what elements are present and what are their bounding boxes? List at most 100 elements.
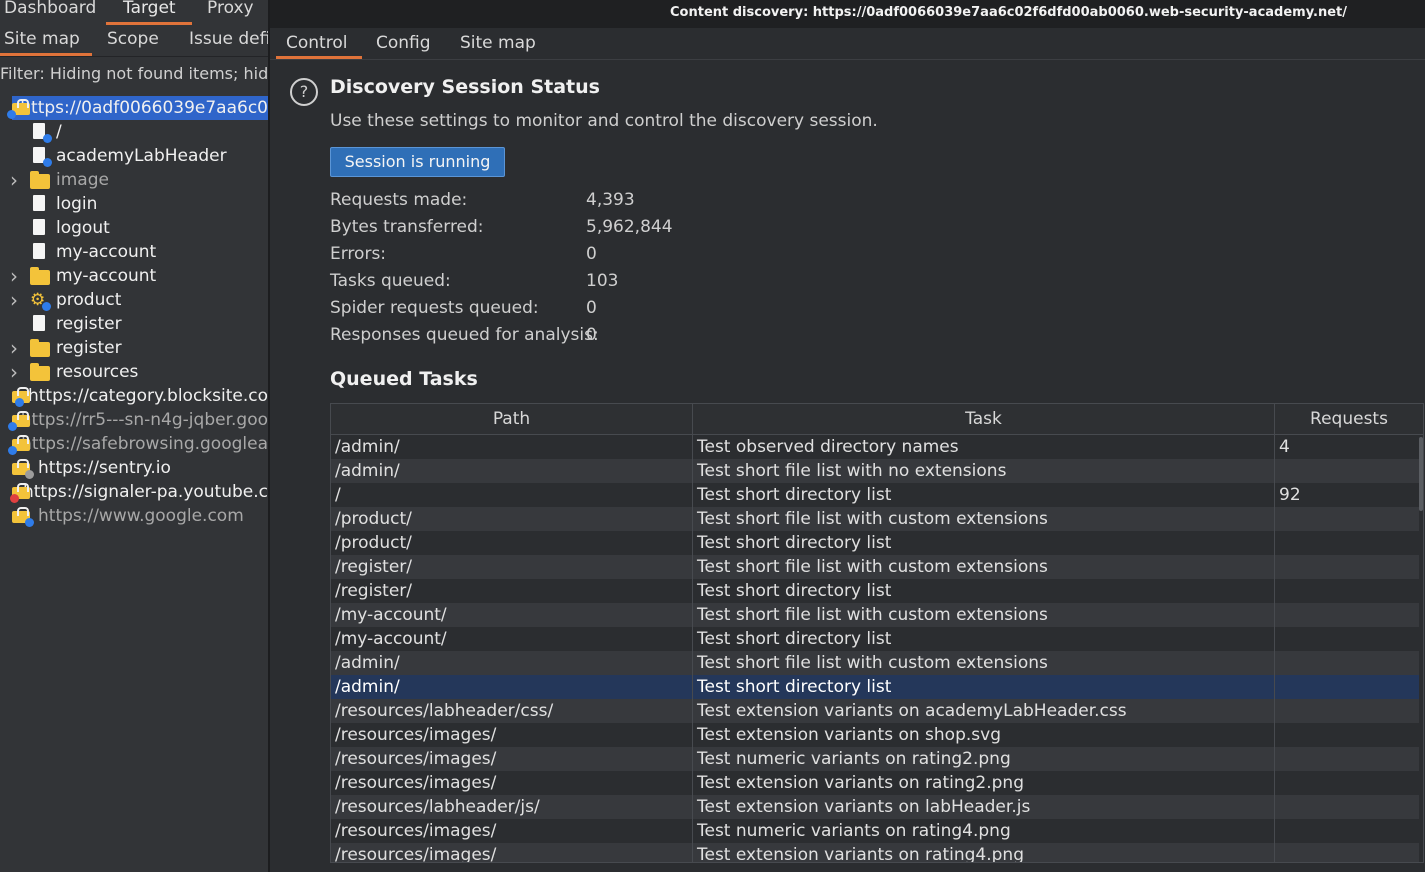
tab-control[interactable]: Control [286,33,347,53]
cell-requests [1275,843,1419,862]
tree-item[interactable]: academyLabHeader [30,144,268,168]
cell-path: /my-account/ [331,603,693,627]
cell-task: Test short directory list [693,675,1275,699]
table-row[interactable]: /my-account/Test short directory list [331,627,1419,651]
column-header-path[interactable]: Path [331,404,693,434]
tree-item-label: / [56,122,62,142]
tree-item-label: register [56,338,122,358]
tab-scope[interactable]: Scope [107,29,159,49]
tree-item[interactable]: › resources [10,360,268,384]
cell-path: /resources/images/ [331,819,693,843]
cell-path: /resources/images/ [331,747,693,771]
table-row[interactable]: /resources/images/Test numeric variants … [331,819,1419,843]
status-badge-icon [43,134,52,143]
tree-item[interactable]: › image [10,168,268,192]
help-icon[interactable]: ? [290,78,318,106]
tree-item-label: https://0adf0066039e7aa6c0 [20,98,268,118]
chevron-right-icon[interactable]: › [10,264,18,288]
stat-value: 0 [586,325,597,345]
tab-dashboard[interactable]: Dashboard [4,0,96,18]
table-row[interactable]: /resources/images/Test extension variant… [331,723,1419,747]
chevron-right-icon[interactable]: › [10,360,18,384]
tree-item[interactable]: https://0adf0066039e7aa6c0 [7,96,268,120]
table-row[interactable]: /resources/images/Test extension variant… [331,843,1419,862]
table-row[interactable]: /admin/Test short file list with custom … [331,651,1419,675]
table-row[interactable]: /resources/labheader/css/Test extension … [331,699,1419,723]
file-icon [30,195,50,213]
table-row[interactable]: /register/Test short directory list [331,579,1419,603]
table-row[interactable]: /admin/Test short file list with no exte… [331,459,1419,483]
dialog-titlebar[interactable]: Content discovery: https://0adf0066039e7… [270,0,1425,28]
chevron-right-icon[interactable]: › [10,168,18,192]
tab-target[interactable]: Target [123,0,176,18]
stat-value: 4,393 [586,190,635,210]
tree-item[interactable]: › my-account [10,264,268,288]
column-header-task[interactable]: Task [693,404,1275,434]
table-row[interactable]: /product/Test short directory list [331,531,1419,555]
column-header-requests[interactable]: Requests [1275,404,1423,434]
table-row[interactable]: /product/Test short file list with custo… [331,507,1419,531]
filter-bar[interactable]: Filter: Hiding not found items; hidir [0,64,268,83]
tab-issue-definitions[interactable]: Issue defi [189,29,268,49]
tree-item-label: logout [56,218,110,238]
host-icon [12,387,30,407]
stat-label: Responses queued for analysis: [330,325,599,345]
table-row[interactable]: /admin/Test short directory list [331,675,1419,699]
cell-path: /admin/ [331,675,693,699]
cell-requests [1275,795,1419,819]
status-badge-icon [43,158,52,167]
table-row[interactable]: /resources/images/Test extension variant… [331,771,1419,795]
tab-proxy[interactable]: Proxy [207,0,254,18]
tree-item[interactable]: logout [30,216,268,240]
tree-item[interactable]: › register [10,336,268,360]
table-row[interactable]: / Test short directory list 92 [331,483,1419,507]
tab-dialog-site-map[interactable]: Site map [460,33,536,53]
cell-task: Test short file list with custom extensi… [693,651,1275,675]
stat-tasks-queued: Tasks queued: 103 [330,271,618,291]
chevron-right-icon[interactable]: › [10,288,18,312]
tree-item[interactable]: › ⚙ product [10,288,268,312]
tree-item[interactable]: https://signaler-pa.youtube.c [9,480,268,504]
cell-path: /admin/ [331,651,693,675]
folder-icon [30,363,50,381]
cell-task: Test numeric variants on rating2.png [693,747,1275,771]
tree-item[interactable]: / [30,120,268,144]
tree-item[interactable]: https://safebrowsing.googlea [8,432,268,456]
stat-value: 0 [586,244,597,264]
cell-task: Test extension variants on rating2.png [693,771,1275,795]
cell-requests [1275,531,1419,555]
cell-requests [1275,651,1419,675]
cell-requests [1275,771,1419,795]
queued-tasks-table: Path Task Requests /admin/Test observed … [330,403,1424,863]
stat-responses-queued: Responses queued for analysis: 0 [330,325,599,345]
tree-item[interactable]: login [30,192,268,216]
cell-path: /product/ [331,531,693,555]
tab-config[interactable]: Config [376,33,431,53]
active-dialog-tab-indicator [276,56,362,59]
tree-item[interactable]: https://www.google.com [12,504,268,528]
status-badge-icon [9,494,19,503]
tree-item[interactable]: my-account [30,240,268,264]
table-row[interactable]: /admin/Test observed directory names 4 [331,435,1419,459]
scrollbar-thumb[interactable] [1419,437,1423,511]
tree-item[interactable]: https://category.blocksite.co [12,384,268,408]
tree-item[interactable]: register [30,312,268,336]
cell-path: /product/ [331,507,693,531]
table-header: Path Task Requests [331,404,1423,435]
cell-path: /resources/labheader/js/ [331,795,693,819]
tree-item[interactable]: https://rr5---sn-n4g-jqber.goo [7,408,268,432]
content-discovery-dialog: Content discovery: https://0adf0066039e7… [268,0,1425,872]
cell-requests [1275,627,1419,651]
tab-site-map[interactable]: Site map [4,29,80,49]
session-toggle-button[interactable]: Session is running [330,147,505,177]
folder-icon [30,171,50,189]
table-row[interactable]: /resources/images/Test numeric variants … [331,747,1419,771]
table-row[interactable]: /register/Test short file list with cust… [331,555,1419,579]
chevron-right-icon[interactable]: › [10,336,18,360]
tree-item[interactable]: https://sentry.io [12,456,268,480]
tree-item-label: https://signaler-pa.youtube.c [22,482,268,502]
table-row[interactable]: /resources/labheader/js/Test extension v… [331,795,1419,819]
table-scrollbar[interactable] [1419,435,1423,862]
tree-item-label: https://sentry.io [38,458,171,478]
table-row[interactable]: /my-account/Test short file list with cu… [331,603,1419,627]
